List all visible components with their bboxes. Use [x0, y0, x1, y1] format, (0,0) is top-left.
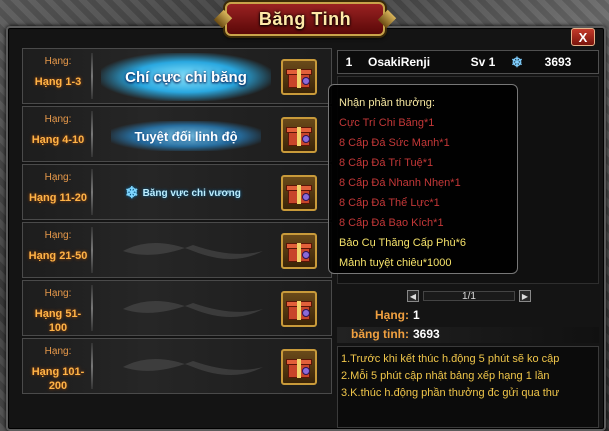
ice-crystal-icon: ❄ — [511, 53, 523, 70]
reward-item: Bảo Cụ Thăng Cấp Phù*6 — [339, 237, 466, 249]
my-crystal-value: 3693 — [413, 327, 440, 341]
rank-label-caption: Hạng: — [44, 230, 72, 241]
rank-row: Hạng: Hạng 1-3 Chí cực chi băng — [22, 48, 332, 104]
reward-item: Mảnh tuyệt chiêu*1000 — [339, 257, 452, 269]
note-line: 2.Mỗi 5 phút cập nhật bảng xếp hạng 1 lầ… — [341, 370, 550, 382]
snowflake-icon: ❄ — [125, 185, 139, 202]
rank-row: Hạng: Hạng 51-100 — [22, 280, 332, 336]
next-page-button[interactable]: ▶ — [519, 290, 531, 302]
player-rank: 1 — [345, 55, 353, 69]
gift-icon — [286, 239, 312, 263]
rank-row: Hạng: Hạng 101-200 — [22, 338, 332, 394]
rules-notes: 1.Trước khi kết thúc h.động 5 phút sẽ ko… — [337, 346, 599, 428]
gift-button[interactable] — [281, 349, 317, 385]
rank-row: Hạng: Hạng 11-20 ❄ Băng vực chi vương — [22, 164, 332, 220]
note-line: 1.Trước khi kết thúc h.động 5 phút sẽ ko… — [341, 353, 560, 365]
rank-range: Hạng 11-20 — [28, 192, 88, 204]
gift-icon — [286, 65, 312, 89]
rank-row: Hạng: Hạng 21-50 — [22, 222, 332, 278]
window-title-plate: Băng Tinh — [213, 2, 397, 36]
rank-label-caption: Hạng: — [44, 346, 72, 357]
window-title: Băng Tinh — [258, 8, 352, 29]
gift-icon — [286, 297, 312, 321]
rank-label: Hạng: Hạng 21-50 — [27, 229, 89, 263]
tribal-ornament-icon — [123, 243, 263, 259]
row-divider — [91, 285, 93, 331]
rank-label-caption: Hạng: — [44, 114, 72, 125]
rank-range: Hạng 21-50 — [28, 250, 88, 262]
rank-range: Hạng 1-3 — [34, 76, 82, 88]
gift-icon — [286, 181, 312, 205]
rank-label-caption: Hạng: — [44, 56, 72, 67]
row-divider — [91, 227, 93, 273]
rank-range: Hạng 51-100 — [34, 308, 82, 334]
rank-label: Hạng: Hạng 4-10 — [27, 113, 89, 147]
gift-icon — [286, 355, 312, 379]
row-divider — [91, 169, 93, 215]
gift-icon — [286, 123, 312, 147]
reward-item: 8 Cấp Đá Bạo Kích*1 — [339, 217, 444, 229]
my-rank-label: Hạng: — [375, 308, 409, 322]
my-rank-row: Hạng: 1 — [337, 308, 599, 324]
rank-range: Hạng 4-10 — [31, 134, 85, 146]
tribal-ornament-icon — [123, 359, 263, 375]
gift-button[interactable] — [281, 175, 317, 211]
player-row[interactable]: 1 OsakiRenji Sv 1 ❄ 3693 — [337, 50, 599, 74]
tribal-ornament-icon — [123, 301, 263, 317]
gift-button[interactable] — [281, 233, 317, 269]
rank-range: Hạng 101-200 — [31, 366, 85, 392]
reward-item: 8 Cấp Đá Nhanh Nhẹn*1 — [339, 177, 461, 189]
rank-label: Hạng: Hạng 51-100 — [27, 287, 89, 335]
reward-item: Cực Trí Chi Băng*1 — [339, 117, 435, 129]
title-badge: Chí cực chi băng — [101, 53, 271, 101]
close-button[interactable]: X — [571, 28, 595, 46]
reward-item: 8 Cấp Đá Sức Mạnh*1 — [339, 137, 450, 149]
pager: ◀ 1/1 ▶ — [407, 289, 531, 303]
gift-button[interactable] — [281, 59, 317, 95]
title-badge-text: Băng vực chi vương — [142, 187, 241, 199]
reward-item: 8 Cấp Đá Thể Lực*1 — [339, 197, 440, 209]
rank-label: Hạng: Hạng 1-3 — [27, 55, 89, 89]
player-name: OsakiRenji — [368, 55, 431, 69]
title-badge: Tuyệt đối linh độ — [111, 121, 261, 151]
my-crystal-label: băng tinh: — [351, 327, 409, 341]
prev-page-button[interactable]: ◀ — [407, 290, 419, 302]
reward-tooltip: Nhận phần thưởng: Cực Trí Chi Băng*1 8 C… — [328, 84, 518, 274]
tooltip-heading: Nhận phần thưởng: — [339, 97, 435, 109]
rank-label-caption: Hạng: — [44, 172, 72, 183]
my-crystal-row: băng tinh: 3693 — [337, 327, 599, 343]
gift-button[interactable] — [281, 117, 317, 153]
row-divider — [91, 111, 93, 157]
note-line: 3.K.thúc h.động phần thưởng đc gửi qua t… — [341, 387, 560, 399]
rank-label: Hạng: Hạng 11-20 — [27, 171, 89, 205]
gift-button[interactable] — [281, 291, 317, 327]
row-divider — [91, 343, 93, 389]
title-badge: ❄ Băng vực chi vương — [113, 181, 253, 205]
player-server: Sv 1 — [470, 55, 496, 69]
rank-label-caption: Hạng: — [44, 288, 72, 299]
reward-item: 8 Cấp Đá Trí Tuệ*1 — [339, 157, 434, 169]
page-indicator: 1/1 — [423, 291, 515, 302]
rank-label: Hạng: Hạng 101-200 — [27, 345, 89, 393]
player-score: 3693 — [544, 55, 572, 69]
row-divider — [91, 53, 93, 99]
my-rank-value: 1 — [413, 308, 420, 322]
rank-row: Hạng: Hạng 4-10 Tuyệt đối linh độ — [22, 106, 332, 162]
